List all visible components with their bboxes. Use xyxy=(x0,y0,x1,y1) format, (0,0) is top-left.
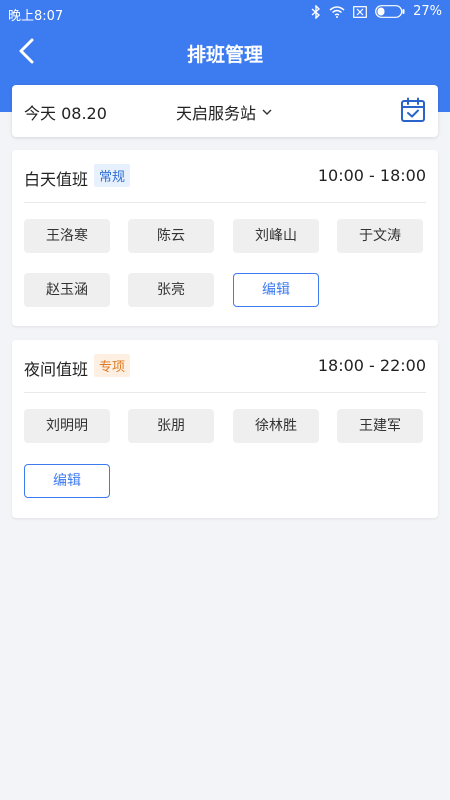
staff-chip[interactable]: 赵玉涵 xyxy=(24,273,110,307)
shift-name: 白天值班 xyxy=(24,170,89,189)
shift-time: 10:00 - 18:00 xyxy=(317,166,426,185)
staff-chip[interactable]: 刘峰山 xyxy=(233,219,319,253)
staff-chip[interactable]: 王建军 xyxy=(337,409,423,443)
bluetooth-icon xyxy=(311,4,321,19)
chevron-down-icon xyxy=(262,109,272,115)
sim-icon xyxy=(353,5,367,18)
status-time: 晚上8:07 xyxy=(8,9,64,24)
station-selector[interactable]: 天启服务站 xyxy=(176,100,272,124)
station-name: 天启服务站 xyxy=(176,104,257,123)
staff-chip[interactable]: 张朋 xyxy=(128,409,214,443)
shift-name: 夜间值班 xyxy=(24,360,89,379)
shift-tag: 专项 xyxy=(94,354,131,377)
edit-day-shift-button[interactable]: 编辑 xyxy=(233,273,319,307)
staff-chip[interactable]: 于文涛 xyxy=(337,219,423,253)
calendar-icon xyxy=(401,97,425,122)
date-station-bar: 今天 08.20 天启服务站 xyxy=(12,85,438,137)
edit-night-shift-button[interactable]: 编辑 xyxy=(24,464,110,498)
battery-percent: 27% xyxy=(413,4,442,19)
staff-chip[interactable]: 王洛寒 xyxy=(24,219,110,253)
shift-header: 夜间值班 专项 18:00 - 22:00 xyxy=(24,340,426,393)
page-title: 排班管理 xyxy=(186,44,263,66)
status-icons: 27% xyxy=(311,4,442,19)
shift-tag: 常规 xyxy=(94,164,131,187)
battery-icon xyxy=(375,5,405,18)
current-date: 今天 08.20 xyxy=(24,104,107,123)
staff-chip[interactable]: 张亮 xyxy=(128,273,214,307)
staff-chip[interactable]: 刘明明 xyxy=(24,409,110,443)
shift-header: 白天值班 常规 10:00 - 18:00 xyxy=(24,150,426,203)
shift-card-day: 白天值班 常规 10:00 - 18:00 王洛寒 陈云 刘峰山 于文涛 赵玉涵… xyxy=(12,150,438,326)
shift-time: 18:00 - 22:00 xyxy=(317,356,426,375)
status-bar: 晚上8:07 27% xyxy=(0,0,450,26)
shift-card-night: 夜间值班 专项 18:00 - 22:00 刘明明 张朋 徐林胜 王建军 编辑 xyxy=(12,340,438,518)
staff-chip[interactable]: 陈云 xyxy=(128,219,214,253)
calendar-button[interactable] xyxy=(400,97,426,123)
staff-chip[interactable]: 徐林胜 xyxy=(233,409,319,443)
nav-bar: 排班管理 xyxy=(0,26,450,78)
wifi-icon xyxy=(329,5,345,18)
